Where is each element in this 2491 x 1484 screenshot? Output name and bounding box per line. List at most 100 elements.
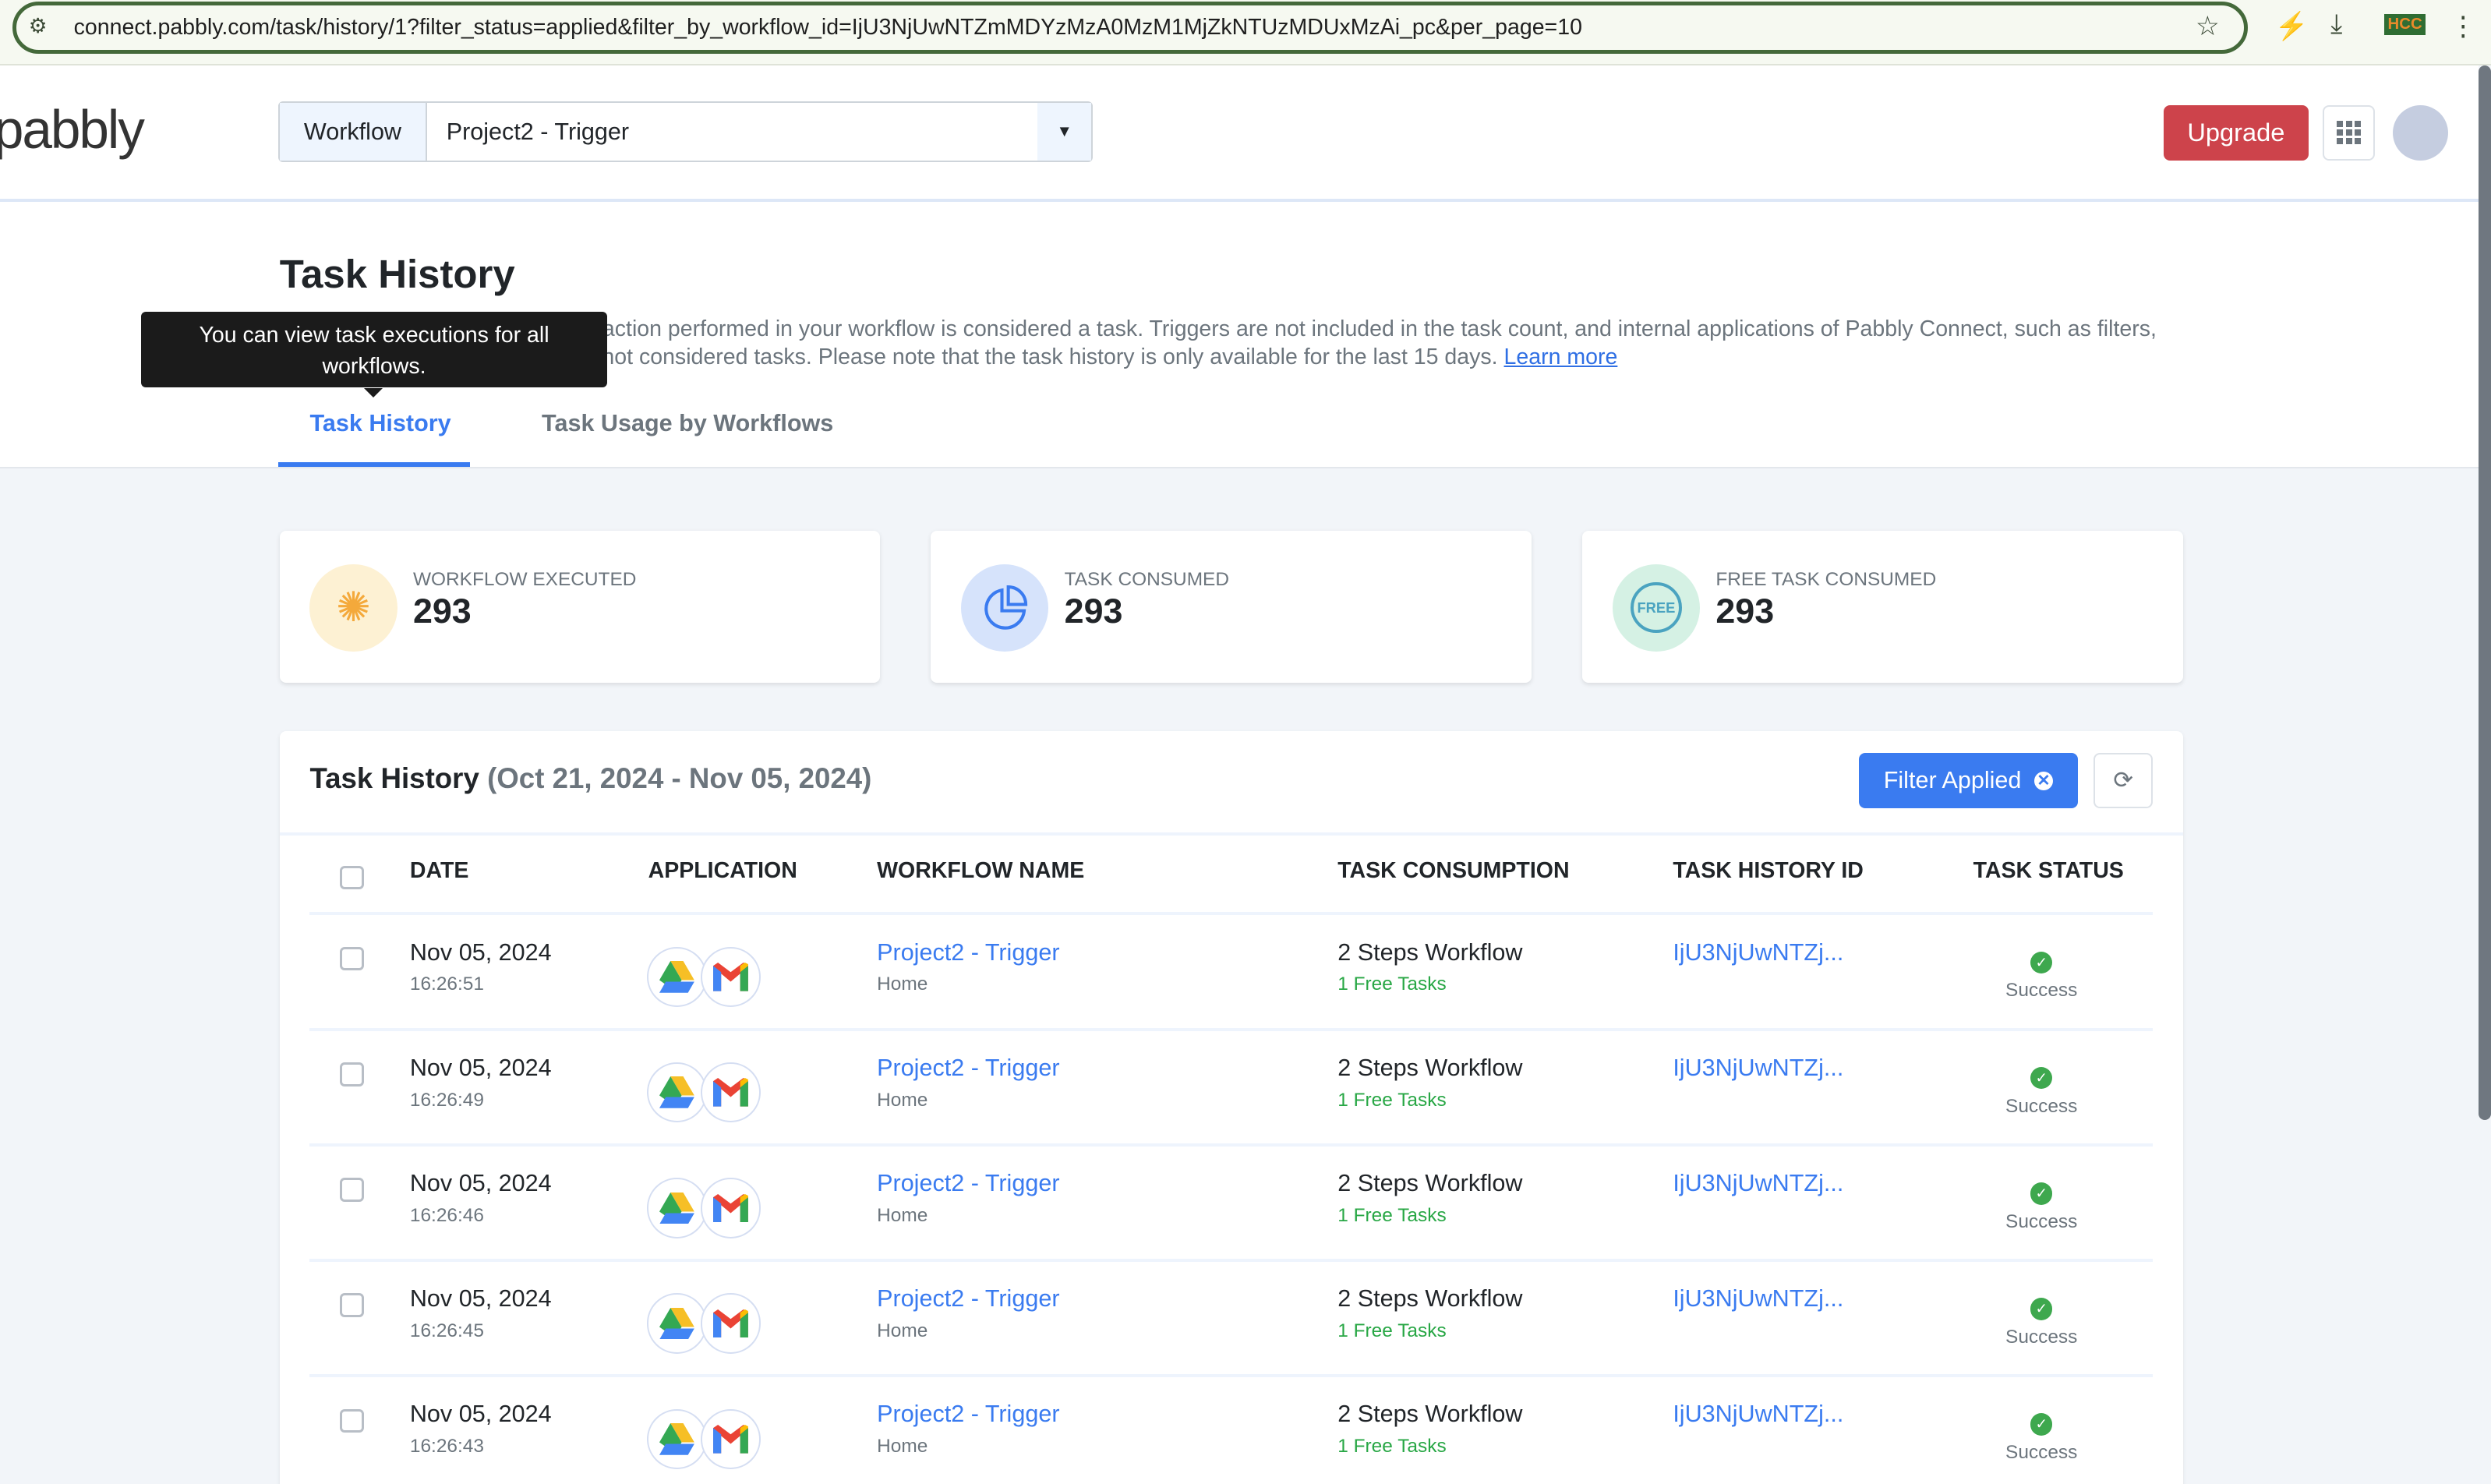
column-header-task-consumption: TASK CONSUMPTION: [1337, 857, 1570, 883]
stat-value: 293: [1064, 591, 1123, 631]
row-time: 16:26:45: [409, 1320, 484, 1342]
table-row[interactable]: Nov 05, 2024 16:26:51 Project2 - Trigger…: [309, 915, 2153, 1031]
google-drive-icon: [646, 1178, 708, 1238]
workflow-value[interactable]: Project2 - Trigger: [427, 103, 1037, 160]
gmail-icon: [700, 1178, 761, 1238]
google-drive-icon: [646, 1408, 708, 1470]
avatar[interactable]: [2392, 104, 2448, 161]
stat-card-workflow-executed: ✺ WORKFLOW EXECUTED 293: [279, 530, 881, 684]
row-date: Nov 05, 2024: [409, 1169, 552, 1196]
check-circle-icon: ✓: [2030, 951, 2053, 974]
row-date: Nov 05, 2024: [409, 938, 552, 966]
check-circle-icon: ✓: [2030, 1413, 2053, 1436]
table-title: Task History (Oct 21, 2024 - Nov 05, 202…: [309, 762, 871, 795]
status-text: Success: [2005, 980, 2078, 1002]
row-time: 16:26:46: [409, 1204, 484, 1226]
filter-label: Filter Applied: [1883, 767, 2022, 794]
check-circle-icon: ✓: [2030, 1066, 2053, 1090]
workflow-label: Workflow: [279, 103, 428, 161]
workflow-folder: Home: [877, 973, 928, 995]
gmail-icon: [700, 946, 761, 1008]
workflow-link[interactable]: Project2 - Trigger: [877, 1285, 1059, 1313]
check-circle-icon: ✓: [2030, 1298, 2053, 1320]
tooltip: You can view task executions for all wor…: [141, 311, 607, 398]
status-text: Success: [2005, 1442, 2078, 1464]
divider: [279, 832, 2183, 836]
task-history-id-link[interactable]: IjU3NjUwNTZj...: [1673, 1170, 1843, 1197]
close-circle-icon[interactable]: ✕: [2033, 771, 2054, 791]
status-badge: ✓ Success: [1986, 1175, 2097, 1233]
tab-task-usage-by-workflows[interactable]: Task Usage by Workflows: [542, 410, 833, 437]
task-consumption: 2 Steps Workflow: [1337, 1169, 1523, 1196]
status-badge: ✓ Success: [1986, 1059, 2097, 1118]
task-consumption: 2 Steps Workflow: [1337, 938, 1523, 966]
workflow-folder: Home: [877, 1320, 928, 1342]
task-history-id-link[interactable]: IjU3NjUwNTZj...: [1673, 939, 1843, 966]
task-history-id-link[interactable]: IjU3NjUwNTZj...: [1673, 1285, 1843, 1313]
energy-saver-icon[interactable]: ⚡: [2275, 11, 2309, 42]
row-checkbox[interactable]: [340, 1178, 364, 1202]
menu-icon[interactable]: ⋮: [2450, 11, 2477, 42]
tab-task-history[interactable]: Task History: [309, 410, 450, 437]
task-history-id-link[interactable]: IjU3NjUwNTZj...: [1673, 1401, 1843, 1428]
status-badge: ✓ Success: [1986, 1405, 2097, 1464]
stat-value: 293: [412, 591, 472, 631]
gmail-icon: [700, 1408, 761, 1470]
pie-chart-icon: [961, 564, 1049, 652]
apps-grid-icon[interactable]: [2322, 104, 2376, 161]
select-all-checkbox[interactable]: [340, 865, 364, 890]
scrollbar[interactable]: [2478, 65, 2491, 1120]
workflow-link[interactable]: Project2 - Trigger: [877, 1170, 1059, 1197]
page-title: Task History: [279, 252, 515, 297]
row-checkbox[interactable]: [340, 1408, 364, 1433]
row-checkbox[interactable]: [340, 1293, 364, 1317]
table-row[interactable]: Nov 05, 2024 16:26:43 Project2 - Trigger…: [309, 1377, 2152, 1484]
column-header-workflow-name: WORKFLOW NAME: [877, 857, 1085, 883]
stat-value: 293: [1715, 591, 1775, 631]
row-date: Nov 05, 2024: [409, 1401, 552, 1428]
google-drive-icon: [646, 946, 708, 1008]
free-tasks: 1 Free Tasks: [1337, 1204, 1447, 1226]
badge-check-icon: ✺: [309, 564, 398, 652]
address-bar[interactable]: connect.pabbly.com/task/history/1?filter…: [12, 2, 2249, 55]
workflow-folder: Home: [877, 1204, 928, 1226]
workflow-folder: Home: [877, 1436, 928, 1458]
upgrade-button[interactable]: Upgrade: [2164, 104, 2309, 161]
workflow-folder: Home: [877, 1089, 928, 1111]
stat-card-free-task-consumed: FREE FREE TASK CONSUMED 293: [1582, 530, 2183, 684]
table-row[interactable]: Nov 05, 2024 16:26:49 Project2 - Trigger…: [309, 1030, 2153, 1147]
refresh-button[interactable]: ⟳: [2094, 753, 2153, 809]
status-badge: ✓ Success: [1986, 1290, 2097, 1348]
date-range: (Oct 21, 2024 - Nov 05, 2024): [487, 762, 872, 795]
workflow-link[interactable]: Project2 - Trigger: [877, 1401, 1059, 1428]
task-consumption: 2 Steps Workflow: [1337, 1054, 1523, 1081]
active-tab-indicator: [277, 462, 471, 468]
row-checkbox[interactable]: [340, 946, 364, 971]
table-row[interactable]: Nov 05, 2024 16:26:46 Project2 - Trigger…: [309, 1146, 2153, 1263]
row-date: Nov 05, 2024: [409, 1054, 552, 1081]
download-icon[interactable]: ⤓: [2330, 9, 2342, 40]
row-date: Nov 05, 2024: [409, 1285, 552, 1313]
stat-label: WORKFLOW EXECUTED: [412, 568, 637, 590]
check-circle-icon: ✓: [2030, 1182, 2053, 1205]
row-time: 16:26:43: [409, 1436, 484, 1458]
learn-more-link[interactable]: Learn more: [1504, 344, 1618, 369]
workflow-select[interactable]: Workflow Project2 - Trigger ▼: [277, 101, 1094, 162]
workflow-link[interactable]: Project2 - Trigger: [877, 939, 1059, 966]
column-header-date[interactable]: DATE: [410, 858, 469, 884]
filter-applied-button[interactable]: Filter Applied ✕: [1858, 753, 2079, 809]
column-header-task-status: TASK STATUS: [1973, 857, 2124, 883]
row-checkbox[interactable]: [340, 1062, 364, 1086]
row-time: 16:26:51: [409, 973, 484, 995]
workflow-link[interactable]: Project2 - Trigger: [877, 1055, 1059, 1082]
task-history-id-link[interactable]: IjU3NjUwNTZj...: [1673, 1055, 1843, 1082]
site-settings-icon[interactable]: ⚙: [29, 14, 48, 38]
logo[interactable]: pabbly: [0, 98, 145, 161]
bookmark-star-icon[interactable]: ☆: [2196, 11, 2220, 42]
free-badge-icon: FREE: [1612, 564, 1700, 652]
chevron-down-icon[interactable]: ▼: [1037, 103, 1092, 161]
table-row[interactable]: Nov 05, 2024 16:26:45 Project2 - Trigger…: [309, 1262, 2153, 1378]
status-text: Success: [2005, 1210, 2078, 1232]
extension-icon[interactable]: HCC: [2384, 14, 2426, 36]
gmail-icon: [700, 1293, 761, 1354]
